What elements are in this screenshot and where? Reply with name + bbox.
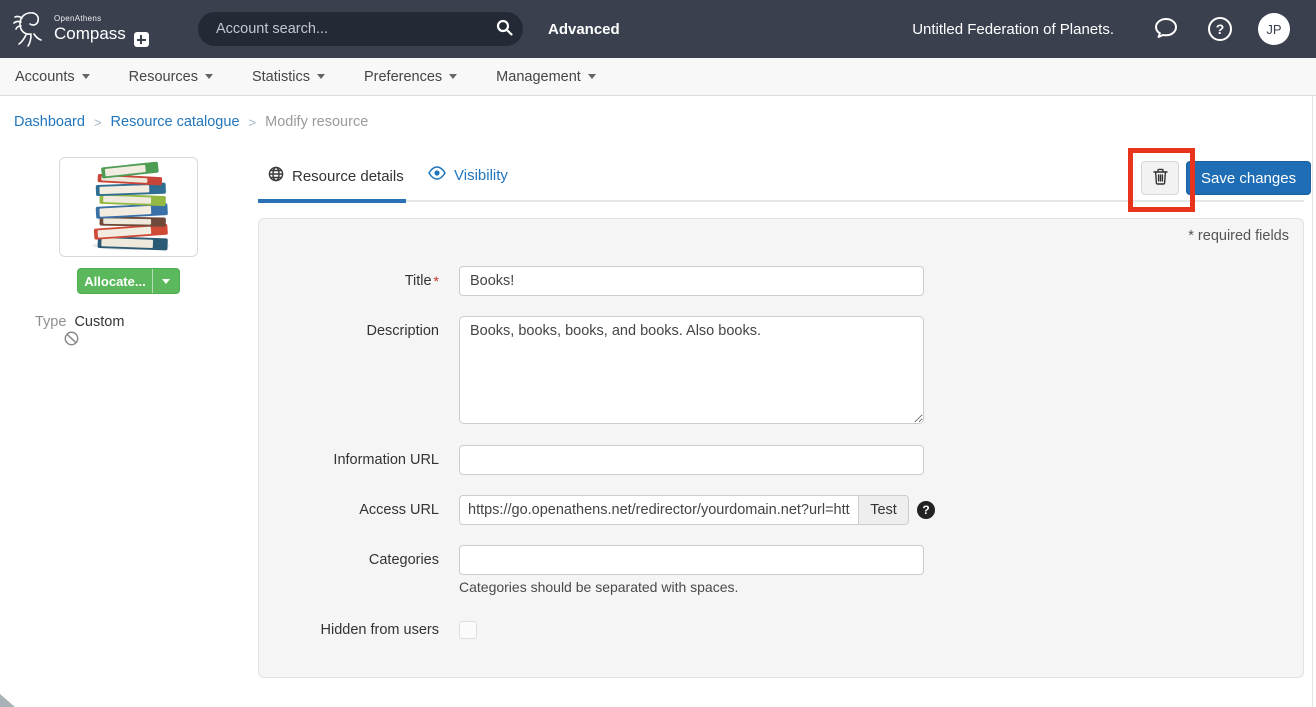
nav-item-management[interactable]: Management — [496, 69, 596, 85]
title-row: Title* — [259, 266, 1303, 296]
breadcrumb-separator: > — [249, 115, 257, 130]
search-button[interactable] — [485, 12, 523, 46]
allocate-label: Allocate... — [78, 274, 152, 289]
information-url-input[interactable] — [459, 445, 924, 475]
compass-plus-icon — [134, 32, 149, 47]
search-icon — [496, 19, 513, 39]
page-edge-line — [1312, 96, 1313, 707]
description-textarea[interactable]: Books, books, books, and books. Also boo… — [459, 316, 924, 424]
user-avatar[interactable]: JP — [1258, 13, 1290, 45]
information-url-label: Information URL — [259, 445, 439, 475]
topbar: OpenAthens Compass Advanced Untitled Fed… — [0, 0, 1316, 58]
nav-label-accounts: Accounts — [15, 69, 75, 85]
test-url-button[interactable]: Test — [859, 495, 909, 525]
account-search — [198, 12, 523, 46]
nav-item-statistics[interactable]: Statistics — [252, 69, 325, 85]
chevron-down-icon — [162, 279, 170, 284]
brand-line1: OpenAthens — [54, 15, 126, 23]
resource-type-row: Type Custom — [35, 314, 124, 330]
nav-item-accounts[interactable]: Accounts — [15, 69, 90, 85]
categories-input[interactable] — [459, 545, 924, 575]
hidden-from-users-checkbox[interactable] — [459, 621, 477, 639]
information-url-row: Information URL — [259, 445, 1303, 475]
account-search-input[interactable] — [198, 21, 485, 37]
nav-label-management: Management — [496, 69, 581, 85]
allocate-dropdown-toggle[interactable] — [153, 279, 179, 284]
access-url-label: Access URL — [259, 495, 439, 525]
access-url-row: Access URL Test ? — [259, 495, 1303, 525]
main-nav: Accounts Resources Statistics Preference… — [0, 58, 1316, 96]
nav-item-resources[interactable]: Resources — [129, 69, 213, 85]
tab-label: Resource details — [292, 168, 404, 185]
book-stack-image — [73, 159, 185, 256]
openathens-compass-logo[interactable]: OpenAthens Compass — [12, 8, 149, 48]
chevron-down-icon — [205, 74, 213, 79]
active-tab-indicator — [258, 199, 406, 203]
globe-icon — [268, 166, 284, 186]
nav-label-resources: Resources — [129, 69, 198, 85]
required-fields-note: * required fields — [1188, 228, 1289, 244]
categories-row: Categories — [259, 545, 1303, 575]
type-label: Type — [35, 314, 66, 330]
access-url-input[interactable] — [459, 495, 859, 525]
nav-item-preferences[interactable]: Preferences — [364, 69, 457, 85]
brand-text: OpenAthens Compass — [54, 15, 126, 42]
breadcrumb-current-page: Modify resource — [265, 114, 368, 130]
eye-icon — [428, 166, 446, 184]
breadcrumb-separator: > — [94, 115, 102, 130]
tabs-underline — [258, 200, 1304, 202]
breadcrumb-resource-catalogue[interactable]: Resource catalogue — [111, 114, 240, 130]
allocate-button[interactable]: Allocate... — [77, 268, 180, 294]
hidden-from-users-label: Hidden from users — [259, 621, 439, 639]
chevron-down-icon — [317, 74, 325, 79]
nav-label-preferences: Preferences — [364, 69, 442, 85]
topbar-right: Untitled Federation of Planets. ? JP — [912, 0, 1290, 58]
tab-label: Visibility — [454, 167, 508, 184]
breadcrumb-dashboard[interactable]: Dashboard — [14, 114, 85, 130]
tab-visibility[interactable]: Visibility — [428, 166, 508, 184]
required-asterisk: * — [434, 273, 439, 289]
resource-details-panel: * required fields Title* Description Boo… — [258, 218, 1304, 678]
save-changes-button[interactable]: Save changes — [1186, 161, 1311, 195]
brand-line2: Compass — [54, 25, 126, 42]
chevron-down-icon — [588, 74, 596, 79]
description-row: Description Books, books, books, and boo… — [259, 316, 1303, 424]
chat-bubble-icon — [1154, 17, 1178, 42]
type-value: Custom — [74, 314, 124, 330]
advanced-search-link[interactable]: Advanced — [548, 0, 620, 58]
title-label-text: Title — [405, 273, 432, 289]
title-input[interactable] — [459, 266, 924, 296]
openathens-emblem-icon — [12, 8, 48, 48]
chevron-down-icon — [82, 74, 90, 79]
breadcrumb: Dashboard > Resource catalogue > Modify … — [14, 114, 368, 130]
chat-button[interactable] — [1154, 17, 1178, 42]
tab-resource-details[interactable]: Resource details — [268, 166, 404, 186]
nav-label-statistics: Statistics — [252, 69, 310, 85]
corner-artifact — [0, 694, 15, 707]
prohibited-icon — [64, 331, 79, 351]
access-url-help-icon[interactable]: ? — [917, 501, 935, 519]
trash-icon — [1153, 168, 1168, 188]
resource-thumbnail-card — [59, 157, 198, 257]
chevron-down-icon — [449, 74, 457, 79]
categories-help-text: Categories should be separated with spac… — [459, 579, 738, 595]
federation-name: Untitled Federation of Planets. — [912, 21, 1114, 38]
categories-label: Categories — [259, 545, 439, 575]
description-label: Description — [259, 316, 439, 346]
page: OpenAthens Compass Advanced Untitled Fed… — [0, 0, 1316, 707]
delete-resource-button[interactable] — [1141, 161, 1179, 195]
question-mark-icon: ? — [1216, 22, 1225, 36]
help-button[interactable]: ? — [1208, 17, 1232, 41]
title-label: Title* — [259, 266, 439, 296]
hidden-from-users-row: Hidden from users — [259, 621, 1303, 639]
